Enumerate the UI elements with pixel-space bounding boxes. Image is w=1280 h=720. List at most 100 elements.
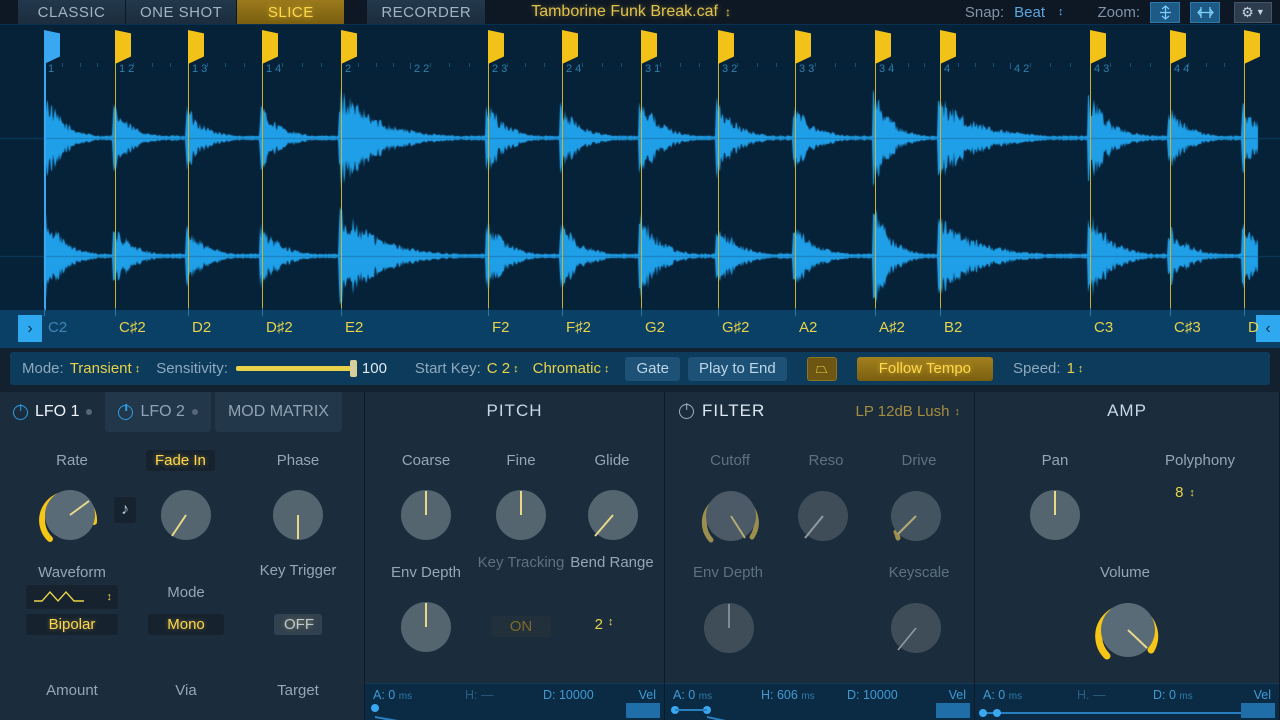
- power-icon[interactable]: [679, 403, 694, 419]
- start-key-stepper-icon[interactable]: ↕: [513, 363, 519, 375]
- lfo-fade-in-label[interactable]: Fade In: [146, 450, 215, 471]
- speed-stepper-icon[interactable]: ↕: [1078, 363, 1084, 375]
- pitch-env-vel-slider[interactable]: [626, 703, 660, 718]
- mode-tab-classic[interactable]: CLASSIC: [18, 0, 126, 24]
- key-label[interactable]: C♯3: [1174, 319, 1201, 336]
- scale-stepper-icon[interactable]: ↕: [604, 363, 610, 375]
- pitch-envelope-strip[interactable]: A: 0 ms H: — D: 10000 Vel: [365, 683, 664, 720]
- lfo-phase-knob[interactable]: [262, 480, 334, 555]
- slice-line[interactable]: [718, 63, 719, 314]
- key-label[interactable]: D2: [192, 319, 211, 336]
- zoom-vertical-icon[interactable]: [1150, 1, 1180, 23]
- slice-line[interactable]: [262, 63, 263, 314]
- slice-line[interactable]: [875, 63, 876, 314]
- key-label[interactable]: B2: [944, 319, 962, 336]
- pitch-key-tracking-value[interactable]: ON: [491, 616, 551, 637]
- follow-tempo-button[interactable]: Follow Tempo: [856, 356, 994, 381]
- chevron-right-icon[interactable]: ›: [18, 315, 42, 342]
- pitch-env-depth-knob[interactable]: [390, 594, 462, 667]
- scale-value[interactable]: Chromatic: [533, 360, 601, 377]
- bend-range-stepper-icon[interactable]: ↕: [608, 616, 614, 633]
- lfo-waveform-stepper-icon[interactable]: ↕: [107, 591, 113, 603]
- slice-line[interactable]: [1090, 63, 1091, 314]
- slice-line[interactable]: [641, 63, 642, 314]
- snap-value[interactable]: Beat: [1014, 4, 1045, 21]
- slice-line[interactable]: [188, 63, 189, 314]
- speed-value[interactable]: 1: [1067, 360, 1075, 377]
- chevron-left-icon[interactable]: ‹: [1256, 315, 1280, 342]
- start-key-value[interactable]: C 2: [487, 360, 510, 377]
- key-label[interactable]: E2: [345, 319, 363, 336]
- slice-line[interactable]: [795, 63, 796, 314]
- slice-line[interactable]: [115, 63, 116, 314]
- slice-line[interactable]: [44, 63, 46, 314]
- polyphony-stepper-icon[interactable]: ↕: [1189, 487, 1195, 499]
- key-label[interactable]: D♯2: [266, 319, 293, 336]
- pitch-coarse-knob[interactable]: [390, 482, 462, 555]
- pitch-bend-range-selector[interactable]: 2 ↕: [577, 616, 631, 633]
- filter-env-vel-slider[interactable]: [936, 703, 970, 718]
- waveform-display[interactable]: 1 1 2 1 3 1 4 2 2 2 2 3 2 4 3 1 3 2 3 3 3 4 4 4 2 4 3 4…: [0, 24, 1280, 314]
- key-label[interactable]: D: [1248, 319, 1259, 336]
- lfo-waveform-selector[interactable]: ↕: [26, 585, 118, 609]
- lfo-polarity-value[interactable]: Bipolar: [26, 614, 118, 635]
- gate-button[interactable]: Gate: [625, 356, 681, 381]
- key-label[interactable]: C3: [1094, 319, 1113, 336]
- slice-line[interactable]: [341, 63, 342, 314]
- sensitivity-slider-knob[interactable]: [349, 360, 357, 377]
- key-label[interactable]: C2: [48, 319, 67, 336]
- filter-cutoff-knob[interactable]: [693, 480, 769, 557]
- filter-env-depth-knob[interactable]: [693, 594, 765, 669]
- key-label[interactable]: G♯2: [722, 319, 750, 336]
- slice-line[interactable]: [488, 63, 489, 314]
- tab-mod-matrix[interactable]: MOD MATRIX: [214, 392, 342, 432]
- pitch-fine-knob[interactable]: [485, 482, 557, 555]
- mode-tab-one-shot[interactable]: ONE SHOT: [126, 0, 238, 24]
- slice-line[interactable]: [1244, 63, 1245, 314]
- amp-volume-knob[interactable]: [1085, 590, 1171, 675]
- mode-tab-slice[interactable]: SLICE: [237, 0, 346, 24]
- slice-line[interactable]: [940, 63, 941, 314]
- gear-icon[interactable]: ⚙ ▼: [1234, 1, 1272, 23]
- key-label[interactable]: C♯2: [119, 319, 146, 336]
- key-label[interactable]: A♯2: [879, 319, 905, 336]
- filter-reso-knob[interactable]: [787, 480, 859, 557]
- power-icon[interactable]: [118, 404, 134, 420]
- key-label[interactable]: F2: [492, 319, 510, 336]
- power-icon[interactable]: [13, 404, 28, 420]
- filter-drive-knob[interactable]: [880, 480, 952, 557]
- slice-line[interactable]: [1170, 63, 1171, 314]
- amp-envelope-strip[interactable]: A: 0 ms H. — D: 0 ms Vel: [975, 683, 1279, 720]
- mode-stepper-icon[interactable]: ↕: [135, 363, 141, 375]
- lfo-rate-note-toggle[interactable]: ♪: [114, 497, 136, 523]
- amp-pan-knob[interactable]: [1019, 482, 1091, 555]
- key-label[interactable]: G2: [645, 319, 665, 336]
- pitch-glide-knob[interactable]: [577, 482, 649, 555]
- lfo-mode-value[interactable]: Mono: [148, 614, 224, 635]
- key-label[interactable]: A2: [799, 319, 817, 336]
- snap-stepper-icon[interactable]: ↕: [1058, 6, 1064, 18]
- lfo-rate-knob[interactable]: [32, 480, 110, 555]
- reverse-playback-icon[interactable]: ⏢: [806, 356, 837, 381]
- file-name-selector[interactable]: Tamborine Funk Break.caf ↕: [531, 0, 731, 24]
- slice-line[interactable]: [562, 63, 563, 314]
- amp-env-vel-slider[interactable]: [1241, 703, 1275, 718]
- mode-value[interactable]: Transient: [70, 360, 132, 377]
- env-node[interactable]: [371, 704, 379, 712]
- tab-lfo-1[interactable]: LFO 1: [0, 392, 105, 432]
- mode-tab-recorder[interactable]: RECORDER: [367, 0, 486, 24]
- zoom-horizontal-icon[interactable]: [1190, 1, 1220, 23]
- amp-polyphony-selector[interactable]: 8 ↕: [1153, 484, 1217, 501]
- key-label[interactable]: F♯2: [566, 319, 591, 336]
- lfo-fade-in-knob[interactable]: [150, 480, 222, 555]
- filter-keyscale-knob[interactable]: [880, 594, 952, 669]
- tab-lfo-2[interactable]: LFO 2: [105, 392, 211, 432]
- key-mapping-strip[interactable]: › ‹ C2 C♯2 D2 D♯2 E2 F2 F♯2 G2 G♯2 A2 A♯2 B2 C3 C♯3 D: [0, 308, 1280, 348]
- filter-type-selector[interactable]: LP 12dB Lush ↕: [856, 403, 960, 420]
- play-to-end-button[interactable]: Play to End: [688, 356, 787, 381]
- env-node[interactable]: [993, 709, 1001, 717]
- env-node[interactable]: [979, 709, 987, 717]
- filter-envelope-strip[interactable]: A: 0 ms H: 606 ms D: 10000 Vel: [665, 683, 974, 720]
- filter-type-stepper-icon[interactable]: ↕: [955, 406, 961, 418]
- sensitivity-slider[interactable]: [235, 360, 357, 377]
